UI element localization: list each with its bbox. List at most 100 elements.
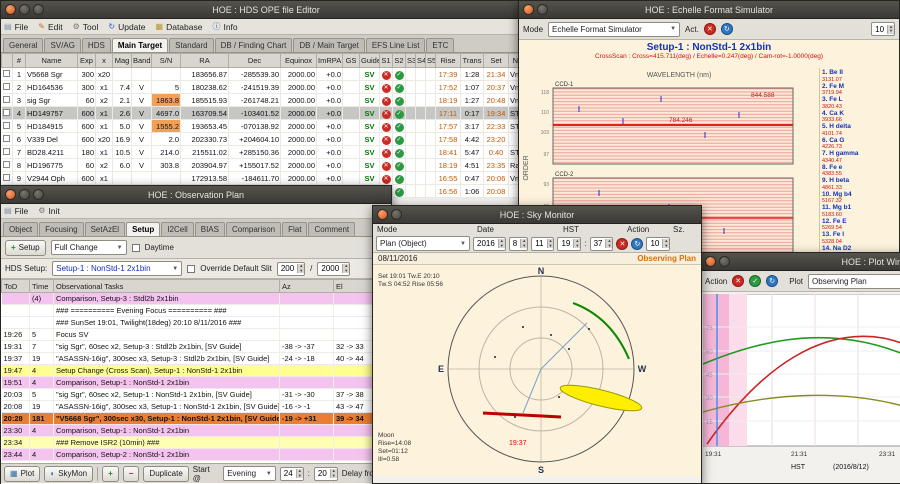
minimize-button[interactable] xyxy=(537,4,548,15)
plot-titlebar[interactable]: HOE : Plot Window xyxy=(701,253,900,271)
mode-select[interactable]: Echelle Format Simulator▼ xyxy=(548,22,680,37)
tab-flat[interactable]: Flat xyxy=(282,222,307,236)
tab-efs-line-list[interactable]: EFS Line List xyxy=(366,38,426,52)
cancel-icon[interactable]: ✕ xyxy=(616,238,628,250)
duplicate-button[interactable]: Duplicate xyxy=(143,466,188,482)
tab-db-finding-chart[interactable]: DB / Finding Chart xyxy=(215,38,293,52)
add-row-button[interactable]: + xyxy=(102,466,119,482)
ok-icon[interactable]: ✓ xyxy=(395,149,404,158)
spinner-arrows[interactable]: ▲▼ xyxy=(573,239,580,248)
plan-row[interactable]: 19:317"sig Sgr", 60sec x2, Setup-3 : Std… xyxy=(2,341,382,353)
row-checkbox[interactable] xyxy=(3,83,10,90)
mode-select[interactable]: Plan (Object)▼ xyxy=(376,236,470,251)
size-spinner[interactable]: 10 ▲▼ xyxy=(871,22,895,36)
row-checkbox[interactable] xyxy=(3,174,10,181)
row-checkbox[interactable] xyxy=(3,96,10,103)
refresh-icon[interactable]: ↻ xyxy=(766,275,778,287)
obsplan-titlebar[interactable]: HOE : Observation Plan xyxy=(1,186,391,204)
ope-titlebar[interactable]: HOE : HDS OPE file Editor xyxy=(1,1,531,19)
cancel-icon[interactable]: ✕ xyxy=(382,71,391,80)
minute-spinner[interactable]: 37▲▼ xyxy=(590,237,614,251)
month-spinner[interactable]: 8▲▼ xyxy=(509,237,528,251)
close-button[interactable] xyxy=(523,4,534,15)
spinner-arrows[interactable]: ▲▼ xyxy=(330,469,337,478)
slit-width-spinner[interactable]: 200▲▼ xyxy=(277,262,305,276)
refresh-icon[interactable]: ↻ xyxy=(721,23,733,35)
plan-row[interactable]: (4)Comparison, Setup-3 : Stdl2b 2x1bin xyxy=(2,293,382,305)
tab-general[interactable]: General xyxy=(3,38,43,52)
plan-row[interactable]: 20:28181"V5668 Sgr", 300sec x30, Setup-1… xyxy=(2,413,382,425)
spinner-arrows[interactable]: ▲▼ xyxy=(605,239,612,248)
tab-sv-ag[interactable]: SV/AG xyxy=(44,38,80,52)
tab-standard[interactable]: Standard xyxy=(169,38,213,52)
menu-info[interactable]: ⓘInfo xyxy=(212,22,237,32)
tab-setazel[interactable]: SetAzEl xyxy=(85,222,125,236)
spinner-arrows[interactable]: ▲▼ xyxy=(887,25,894,34)
cancel-icon[interactable]: ✕ xyxy=(382,97,391,106)
cancel-icon[interactable]: ✕ xyxy=(382,149,391,158)
menu-edit[interactable]: ✎Edit xyxy=(38,22,62,32)
plan-row[interactable]: ### ========== Evening Focus ========== … xyxy=(2,305,382,317)
close-button[interactable] xyxy=(705,256,716,267)
table-row[interactable]: 6V339 Del600x2016.9V2.0202330.73+204604.… xyxy=(2,133,533,146)
maximize-button[interactable] xyxy=(33,4,44,15)
plan-row[interactable]: 19:3719"ASASSN-16ig", 300sec x3, Setup-3… xyxy=(2,353,382,365)
ok-icon[interactable]: ✓ xyxy=(395,84,404,93)
cancel-icon[interactable]: ✕ xyxy=(732,275,744,287)
refresh-icon[interactable]: ↻ xyxy=(631,238,643,250)
sky-titlebar[interactable]: HOE : Sky Monitor xyxy=(373,206,701,224)
ok-icon[interactable]: ✓ xyxy=(395,188,404,197)
spinner-arrows[interactable]: ▲▼ xyxy=(547,239,554,248)
menu-database[interactable]: ▦Database xyxy=(156,22,203,32)
plan-row[interactable]: 19:514Comparison, Setup-1 : NonStd-1 2x1… xyxy=(2,377,382,389)
tab-bias[interactable]: BIAS xyxy=(195,222,225,236)
day-spinner[interactable]: 11▲▼ xyxy=(531,237,554,251)
cancel-icon[interactable]: ✕ xyxy=(382,110,391,119)
table-row[interactable]: 5HD184915600x15.0V1555.2193653.45-070138… xyxy=(2,120,533,133)
spinner-arrows[interactable]: ▲▼ xyxy=(296,469,303,478)
tab-setup[interactable]: Setup xyxy=(126,222,160,236)
tab-i2cell[interactable]: I2Cell xyxy=(161,222,193,236)
spinner-arrows[interactable]: ▲▼ xyxy=(662,239,669,248)
cancel-icon[interactable]: ✕ xyxy=(382,123,391,132)
row-checkbox[interactable] xyxy=(3,70,10,77)
menu-init[interactable]: ⚙Init xyxy=(38,206,60,216)
ok-icon[interactable]: ✓ xyxy=(395,110,404,119)
plan-row[interactable]: 19:474Setup Change (Cross Scan), Setup-1… xyxy=(2,365,382,377)
hour-spinner[interactable]: 19▲▼ xyxy=(557,237,581,251)
menu-file[interactable]: ▤File xyxy=(4,206,28,216)
row-checkbox[interactable] xyxy=(3,148,10,155)
tab-etc[interactable]: ETC xyxy=(426,38,454,52)
ok-icon[interactable]: ✓ xyxy=(395,136,404,145)
echelle-titlebar[interactable]: HOE : Echelle Format Simulator xyxy=(519,1,899,19)
close-button[interactable] xyxy=(5,189,16,200)
plot-button[interactable]: ▦Plot xyxy=(4,466,40,482)
spinner-arrows[interactable]: ▲▼ xyxy=(342,264,349,273)
hds-setup-select[interactable]: Setup-1 : NonStd-1 2x1bin▼ xyxy=(52,261,182,276)
minimize-button[interactable] xyxy=(391,209,402,220)
skymon-button[interactable]: ◐SkyMon xyxy=(44,466,93,482)
table-row[interactable]: 4HD149757600x12.6V4697.0163709.54-103401… xyxy=(2,107,533,120)
year-spinner[interactable]: 2016▲▼ xyxy=(473,237,506,251)
table-row[interactable]: 1V5668 Sgr300x20183656.87-285539.302000.… xyxy=(2,68,533,81)
table-row[interactable]: 2HD164536300x17.4V5180238.62-241519.3920… xyxy=(2,81,533,94)
menu-tool[interactable]: ⚙Tool xyxy=(73,22,99,32)
cancel-icon[interactable]: ✕ xyxy=(382,175,391,184)
cancel-icon[interactable]: ✕ xyxy=(382,136,391,145)
ok-icon[interactable]: ✓ xyxy=(395,123,404,132)
cancel-icon[interactable]: ✕ xyxy=(382,162,391,171)
row-checkbox[interactable] xyxy=(3,122,10,129)
cancel-icon[interactable]: ✕ xyxy=(382,84,391,93)
start-select[interactable]: Evening▼ xyxy=(223,466,276,481)
daytime-checkbox[interactable] xyxy=(132,244,140,252)
plan-row[interactable]: 23:444Comparison, Setup-2 : NonStd-1 2x1… xyxy=(2,449,382,461)
plan-row[interactable]: 23:34### Remove ISR2 (10min) ### xyxy=(2,437,382,449)
spinner-arrows[interactable]: ▲▼ xyxy=(297,264,304,273)
tab-db-main-target[interactable]: DB / Main Target xyxy=(293,38,364,52)
tab-main-target[interactable]: Main Target xyxy=(112,38,168,52)
tab-object[interactable]: Object xyxy=(3,222,38,236)
plan-row[interactable]: 23:304Comparison, Setup-1 : NonStd-1 2x1… xyxy=(2,425,382,437)
plan-row[interactable]: ### SunSet 19:01, Twilight(18deg) 20:10 … xyxy=(2,317,382,329)
spinner-arrows[interactable]: ▲▼ xyxy=(498,239,505,248)
size-spinner[interactable]: 10▲▼ xyxy=(646,237,670,251)
